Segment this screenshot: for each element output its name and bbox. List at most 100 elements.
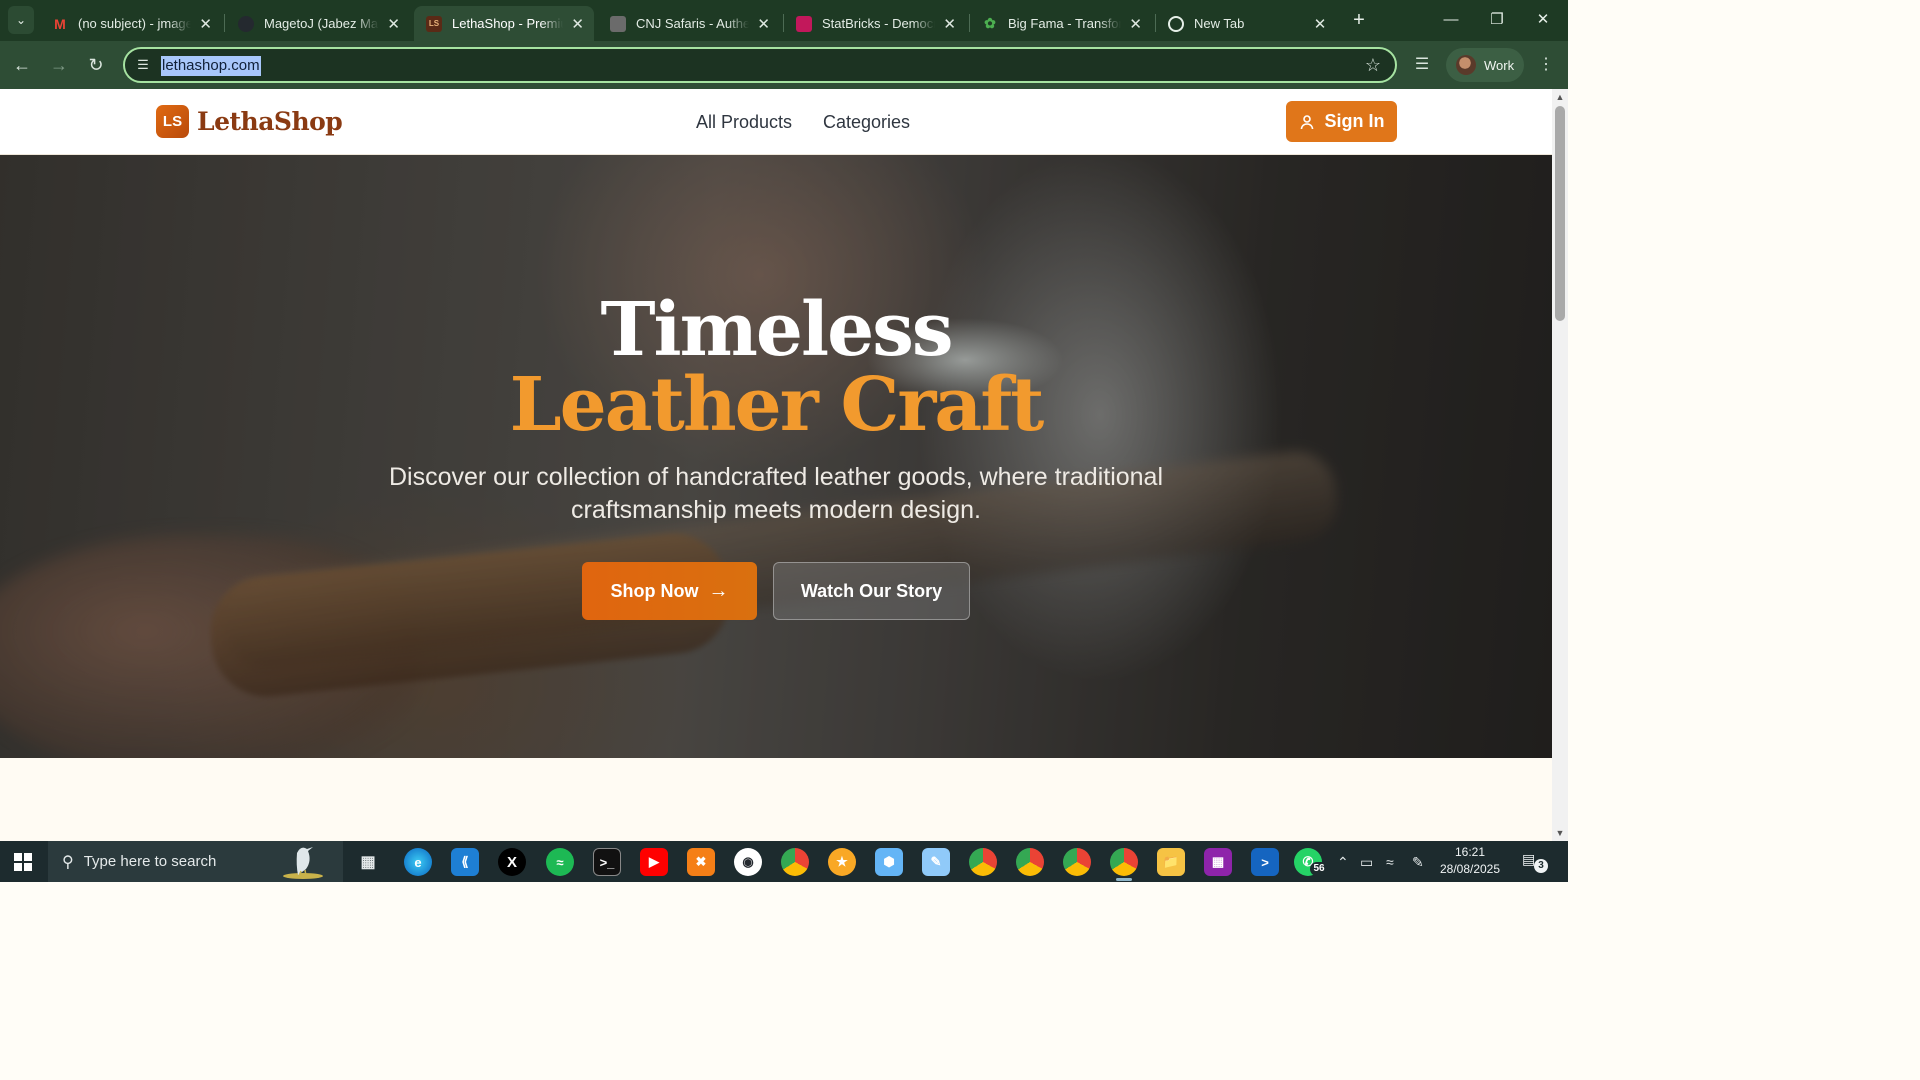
tab-title: LethaShop - Premium Leather Goods: [452, 16, 563, 31]
hero-title-line1: Timeless: [600, 287, 953, 373]
close-icon[interactable]: ✕: [387, 15, 400, 33]
page-scrollbar[interactable]: ▲ ▼: [1552, 89, 1568, 841]
arrow-right-icon: →: [708, 579, 729, 602]
browser-toolbar: ← → ↻ ☰ lethashop.com ☆ ☰ Work ⋮: [0, 41, 1568, 89]
tray-overflow-icon[interactable]: ⌃: [1337, 853, 1349, 871]
watch-our-story-button[interactable]: Watch Our Story: [773, 562, 970, 620]
tab-lethashop[interactable]: LS LethaShop - Premium Leather Goods ✕: [414, 6, 594, 41]
close-icon[interactable]: ✕: [757, 15, 770, 33]
minimize-button[interactable]: —: [1428, 6, 1474, 34]
file-explorer-icon[interactable]: 📁: [1157, 848, 1185, 876]
tab-search-button[interactable]: ⌄: [8, 6, 34, 34]
search-icon: ⚲: [62, 853, 74, 871]
bigfama-icon: ✿: [984, 15, 996, 31]
chrome-profile-icon[interactable]: [1016, 848, 1044, 876]
tab-cnj-safaris[interactable]: CNJ Safaris - Authentic Safari ✕: [598, 6, 780, 41]
close-icon[interactable]: ✕: [571, 15, 584, 33]
chrome-icon: [1168, 15, 1184, 32]
site-info-icon[interactable]: ☰: [135, 57, 151, 73]
notification-center-icon[interactable]: ▤ 3: [1522, 851, 1548, 873]
notification-count: 3: [1534, 859, 1548, 873]
windows-taskbar: ⚲ Type here to search ▦ e ⟪ X ≈ >_ ▶ ✖ ◉…: [0, 841, 1568, 882]
whatsapp-icon[interactable]: ✆ 56: [1294, 848, 1328, 876]
brand-logo-text[interactable]: LethaShop: [197, 105, 343, 138]
tab-separator: [224, 14, 225, 32]
hero-subtitle: Discover our collection of handcrafted l…: [388, 463, 1164, 524]
address-bar[interactable]: ☰ lethashop.com ☆: [123, 47, 1397, 83]
profile-label: Work: [1484, 57, 1515, 73]
clock-time: 16:21: [1454, 845, 1486, 859]
sign-in-label: Sign In: [1324, 111, 1385, 131]
hero-title-line2: Leather Craft: [509, 362, 1045, 448]
github-desktop-icon[interactable]: ◉: [734, 848, 762, 876]
new-tab-button[interactable]: +: [1348, 9, 1370, 31]
windows-start-icon[interactable]: [14, 853, 32, 871]
terminal-icon[interactable]: >_: [593, 848, 621, 876]
media-controls-icon[interactable]: ☰: [1410, 53, 1434, 77]
youtube-icon[interactable]: ▶: [640, 848, 668, 876]
tab-title: StatBricks - Democratizing Data: [822, 16, 936, 31]
xampp-icon[interactable]: ✖: [687, 848, 715, 876]
tab-title: MagetoJ (Jabez Mageto) · GitHub: [264, 16, 379, 31]
browser-tab-bar: ⌄ M (no subject) - jmageto@gmail.com ✕ M…: [0, 0, 1568, 41]
task-view-icon[interactable]: ▦: [354, 848, 382, 876]
cube-app-icon[interactable]: ⬢: [875, 848, 903, 876]
scroll-thumb[interactable]: [1555, 106, 1565, 321]
wifi-icon[interactable]: ≈: [1386, 853, 1394, 871]
tab-title: New Tab: [1194, 16, 1245, 31]
close-icon[interactable]: ✕: [1129, 15, 1142, 33]
restore-button[interactable]: ❐: [1474, 6, 1520, 34]
medal-icon[interactable]: ★: [828, 848, 856, 876]
close-icon[interactable]: ✕: [1312, 15, 1328, 33]
chrome-profile-icon[interactable]: [969, 848, 997, 876]
tab-title: (no subject) - jmageto@gmail.com: [78, 16, 192, 31]
nav-all-products[interactable]: All Products: [696, 110, 792, 134]
forward-button[interactable]: →: [46, 52, 72, 78]
tab-gmail[interactable]: M (no subject) - jmageto@gmail.com ✕: [40, 6, 222, 41]
x-twitter-icon[interactable]: X: [498, 848, 526, 876]
user-icon: [1300, 114, 1313, 129]
bookmark-star-icon[interactable]: ☆: [1365, 55, 1381, 75]
profile-button[interactable]: Work: [1446, 48, 1524, 82]
taskbar-clock[interactable]: 16:21 28/08/2025: [1430, 844, 1510, 878]
whatsapp-badge: 56: [1310, 862, 1328, 876]
notepad-icon[interactable]: ✎: [922, 848, 950, 876]
back-button[interactable]: ←: [9, 52, 35, 78]
logo-badge[interactable]: LS: [156, 105, 189, 138]
next-section: [0, 758, 1552, 841]
lethashop-icon: LS: [426, 15, 442, 32]
tab-new-tab[interactable]: New Tab ✕: [1156, 6, 1338, 41]
tab-big-fama[interactable]: ✿ Big Fama - Transforming Ideas ✕: [970, 6, 1152, 41]
close-window-button[interactable]: ✕: [1520, 6, 1566, 34]
powershell-icon[interactable]: >: [1251, 848, 1279, 876]
site-header: LS LethaShop All Products Categories Sig…: [0, 89, 1552, 155]
reload-button[interactable]: ↻: [83, 52, 109, 78]
github-icon: [238, 15, 254, 32]
scroll-up-icon[interactable]: ▲: [1555, 92, 1565, 102]
watch-our-story-label: Watch Our Story: [800, 580, 943, 601]
statbricks-icon: [796, 15, 812, 32]
shop-now-button[interactable]: Shop Now →: [582, 562, 757, 620]
gmail-icon: M: [54, 15, 66, 32]
spotify-icon[interactable]: ≈: [546, 848, 574, 876]
close-icon[interactable]: ✕: [943, 15, 956, 33]
cnj-icon: [610, 15, 626, 32]
url-text[interactable]: lethashop.com: [161, 56, 261, 76]
browser-menu-icon[interactable]: ⋮: [1534, 53, 1558, 77]
sign-in-button[interactable]: Sign In: [1286, 101, 1397, 142]
pen-icon[interactable]: ✎: [1412, 853, 1424, 871]
hero-overlay: [0, 155, 1552, 758]
tab-github[interactable]: MagetoJ (Jabez Mageto) · GitHub ✕: [226, 6, 410, 41]
nav-categories[interactable]: Categories: [823, 110, 910, 134]
chrome-icon[interactable]: [781, 848, 809, 876]
scroll-down-icon[interactable]: ▼: [1555, 828, 1565, 838]
tab-statbricks[interactable]: StatBricks - Democratizing Data ✕: [784, 6, 966, 41]
taskbar-search-box[interactable]: ⚲ Type here to search: [48, 841, 343, 882]
vscode-icon[interactable]: ⟪: [451, 848, 479, 876]
winrar-icon[interactable]: ▦: [1204, 848, 1232, 876]
battery-icon[interactable]: ▭: [1360, 853, 1373, 871]
chrome-work-icon[interactable]: [1110, 848, 1138, 881]
chrome-profile-icon[interactable]: [1063, 848, 1091, 876]
edge-icon[interactable]: e: [404, 848, 432, 876]
close-icon[interactable]: ✕: [199, 15, 212, 33]
